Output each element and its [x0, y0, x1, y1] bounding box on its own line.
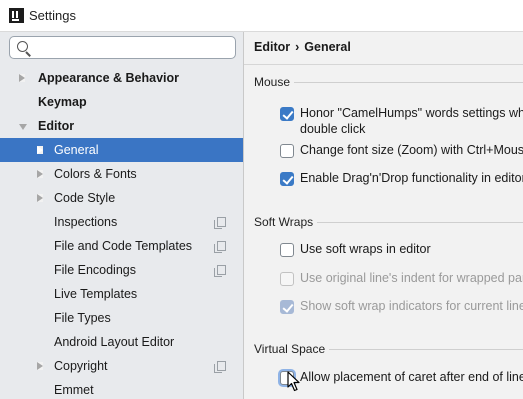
tree-item-android-layout-editor[interactable]: Android Layout Editor	[0, 330, 243, 354]
tree-item-code-style[interactable]: Code Style	[0, 186, 243, 210]
tree-item-label: Inspections	[54, 215, 118, 229]
tree-item-label: File Encodings	[54, 263, 136, 277]
option-label: Allow placement of caret after end of li…	[300, 370, 523, 384]
chevron-right-icon[interactable]	[37, 362, 43, 370]
tree-item-label: Android Layout Editor	[54, 335, 175, 349]
settings-tree: Appearance & Behavior Keymap Editor General…	[0, 66, 243, 399]
project-scope-icon	[214, 241, 226, 253]
option-label: Honor "CamelHumps" words settings when	[300, 106, 523, 120]
tree-item-label: File Types	[54, 311, 111, 325]
breadcrumb-current: General	[304, 40, 351, 54]
section-label-soft-wraps: Soft Wraps	[254, 215, 318, 229]
option-label-cont: double click	[300, 122, 366, 136]
option-label: Change font size (Zoom) with Ctrl+Mouse	[300, 143, 523, 157]
tree-item-label: Live Templates	[54, 287, 138, 301]
window-title: Settings	[29, 8, 76, 23]
breadcrumb-parent: Editor	[254, 40, 291, 54]
drag-drop-checkbox[interactable]	[280, 172, 294, 186]
section-label-mouse: Mouse	[254, 75, 295, 89]
settings-content: Editor › General Mouse Honor "CamelHumps" …	[244, 32, 523, 399]
tree-item-colors-fonts[interactable]: Colors & Fonts	[0, 162, 243, 186]
section-soft-wraps: Soft Wraps	[254, 215, 523, 229]
title-bar: Settings	[0, 0, 523, 32]
option-label: Enable Drag'n'Drop functionality in edit…	[300, 171, 523, 185]
chevron-down-icon[interactable]	[19, 124, 27, 130]
wrap-indicators-checkbox	[280, 300, 294, 314]
tree-item-label: Colors & Fonts	[54, 167, 137, 181]
tree-item-general[interactable]: General	[0, 138, 243, 162]
tree-item-file-encodings[interactable]: File Encodings	[0, 258, 243, 282]
breadcrumb-divider	[244, 64, 523, 65]
original-indent-checkbox	[280, 272, 294, 286]
tree-item-copyright[interactable]: Copyright	[0, 354, 243, 378]
tree-item-editor[interactable]: Editor	[0, 114, 243, 138]
tree-item-live-templates[interactable]: Live Templates	[0, 282, 243, 306]
chevron-right-icon[interactable]	[37, 194, 43, 202]
tree-item-label: General	[54, 143, 99, 157]
section-virtual-space: Virtual Space	[254, 342, 523, 356]
tree-item-file-and-code-templates[interactable]: File and Code Templates	[0, 234, 243, 258]
option-label: Use soft wraps in editor	[300, 242, 431, 256]
breadcrumb-separator: ›	[295, 40, 300, 54]
tree-item-label: Emmet	[54, 383, 94, 397]
option-label: Show soft wrap indicators for current li…	[300, 299, 523, 313]
tree-item-label: File and Code Templates	[54, 239, 193, 253]
intellij-app-icon	[9, 8, 24, 23]
zoom-font-checkbox[interactable]	[280, 144, 294, 158]
tree-item-label: Editor	[38, 119, 75, 133]
tree-item-label: Appearance & Behavior	[38, 71, 180, 85]
tree-item-keymap[interactable]: Keymap	[0, 90, 243, 114]
settings-sidebar: Appearance & Behavior Keymap Editor General…	[0, 32, 243, 399]
soft-wraps-checkbox[interactable]	[280, 243, 294, 257]
camelhumps-checkbox[interactable]	[280, 107, 294, 121]
tree-item-label: Copyright	[54, 359, 108, 373]
tree-item-file-types[interactable]: File Types	[0, 306, 243, 330]
tree-item-appearance-behavior[interactable]: Appearance & Behavior	[0, 66, 243, 90]
chevron-right-icon[interactable]	[19, 74, 25, 82]
tree-item-emmet[interactable]: Emmet	[0, 378, 243, 399]
section-mouse: Mouse	[254, 75, 523, 89]
section-divider	[254, 82, 523, 83]
settings-search-input[interactable]	[9, 36, 236, 59]
mouse-cursor-icon	[287, 371, 300, 392]
tree-item-label: Keymap	[38, 95, 87, 109]
chevron-right-icon[interactable]	[37, 170, 43, 178]
search-icon	[17, 41, 28, 52]
breadcrumb: Editor › General	[254, 40, 351, 54]
tree-item-inspections[interactable]: Inspections	[0, 210, 243, 234]
option-label: Use original line's indent for wrapped p…	[300, 271, 523, 285]
chevron-right-icon[interactable]	[37, 146, 43, 154]
project-scope-icon	[214, 361, 226, 373]
project-scope-icon	[214, 265, 226, 277]
section-label-virtual-space: Virtual Space	[254, 342, 330, 356]
project-scope-icon	[214, 217, 226, 229]
tree-item-label: Code Style	[54, 191, 116, 205]
